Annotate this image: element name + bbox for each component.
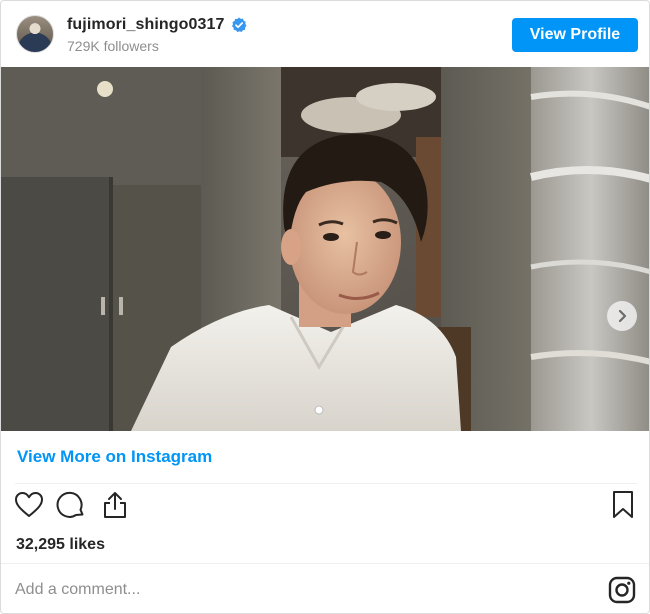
instagram-icon xyxy=(608,576,636,604)
instagram-logo-button[interactable] xyxy=(608,576,636,604)
view-more-link[interactable]: View More on Instagram xyxy=(17,447,212,467)
instagram-embed-card: fujimori_shingo0317 729K followers View … xyxy=(0,0,650,614)
verified-badge-icon xyxy=(231,17,247,33)
username[interactable]: fujimori_shingo0317 xyxy=(67,16,225,34)
post-header: fujimori_shingo0317 729K followers View … xyxy=(1,1,649,67)
avatar[interactable] xyxy=(16,15,54,53)
post-photo-illustration xyxy=(1,67,649,431)
share-icon xyxy=(104,492,126,518)
view-profile-button[interactable]: View Profile xyxy=(512,18,638,52)
like-count: 32,295 likes xyxy=(16,536,105,553)
comment-button[interactable] xyxy=(55,489,87,521)
comment-bar xyxy=(1,563,649,613)
comment-input[interactable] xyxy=(15,577,575,603)
comment-icon xyxy=(56,491,84,518)
post-actions xyxy=(1,489,649,529)
bookmark-icon xyxy=(613,491,633,518)
next-image-button[interactable] xyxy=(607,301,637,331)
save-button[interactable] xyxy=(607,489,639,521)
post-image[interactable] xyxy=(1,67,649,431)
chevron-right-icon xyxy=(618,309,627,323)
share-button[interactable] xyxy=(99,489,131,521)
like-button[interactable] xyxy=(13,489,45,521)
heart-icon xyxy=(15,492,43,517)
divider xyxy=(15,483,637,484)
username-row: fujimori_shingo0317 xyxy=(67,16,247,34)
follower-count: 729K followers xyxy=(67,38,159,54)
